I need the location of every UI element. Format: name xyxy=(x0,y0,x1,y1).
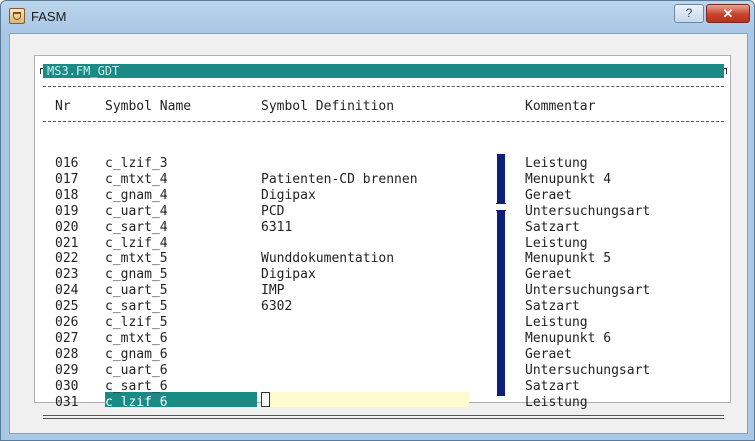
row-symbol[interactable]: c_lzif_5 xyxy=(105,315,168,330)
definition-edit-field[interactable] xyxy=(261,392,469,407)
panel-title: MS3.FM_GDT xyxy=(47,64,120,78)
row-symbol[interactable]: c_mtxt_5 xyxy=(105,251,168,266)
title-bar[interactable]: FASM ? ✕ xyxy=(1,1,754,33)
row-nr: 017 xyxy=(55,172,79,187)
row-comment: Satzart xyxy=(525,220,580,235)
help-button[interactable]: ? xyxy=(674,4,704,23)
row-symbol[interactable]: c_uart_6 xyxy=(105,363,168,378)
row-symbol[interactable]: c_uart_4 xyxy=(105,204,168,219)
row-nr: 022 xyxy=(55,251,79,266)
row-symbol[interactable]: c_lzif_6 xyxy=(105,395,168,410)
row-comment: Untersuchungsart xyxy=(525,363,651,378)
scrollbar-thumb[interactable] xyxy=(496,203,506,211)
row-nr: 021 xyxy=(55,236,79,251)
row-symbol[interactable]: c_sart_6 xyxy=(105,379,168,394)
header-top-divider xyxy=(43,86,724,87)
row-comment: Menupunkt 4 xyxy=(525,172,612,187)
row-nr: 027 xyxy=(55,331,79,346)
row-comment: Leistung xyxy=(525,395,588,410)
header-symbol-name: Symbol Name xyxy=(105,99,192,114)
row-symbol[interactable]: c_mtxt_6 xyxy=(105,331,168,346)
row-nr: 018 xyxy=(55,188,79,203)
row-definition[interactable]: Patienten-CD brennen xyxy=(261,172,418,187)
row-nr: 019 xyxy=(55,204,79,219)
row-comment: Untersuchungsart xyxy=(525,204,651,219)
row-comment: Satzart xyxy=(525,299,580,314)
row-nr: 024 xyxy=(55,283,79,298)
window-title: FASM xyxy=(31,9,67,24)
app-window: FASM ? ✕ MS3.FM_GDT Nr Symbol Name Symbo… xyxy=(0,0,755,441)
row-symbol[interactable]: c_gnam_4 xyxy=(105,188,168,203)
row-nr: 023 xyxy=(55,267,79,282)
header-kommentar: Kommentar xyxy=(525,99,596,114)
row-symbol[interactable]: c_lzif_3 xyxy=(105,156,168,171)
row-symbol[interactable]: c_mtxt_4 xyxy=(105,172,168,187)
client-area: MS3.FM_GDT Nr Symbol Name Symbol Definit… xyxy=(9,33,748,434)
close-button[interactable]: ✕ xyxy=(706,4,750,23)
symbol-table-panel: MS3.FM_GDT Nr Symbol Name Symbol Definit… xyxy=(34,55,731,419)
panel-bottom-border xyxy=(43,415,724,419)
header-nr: Nr xyxy=(55,99,71,114)
row-symbol[interactable]: c_uart_5 xyxy=(105,283,168,298)
row-comment: Geraet xyxy=(525,267,572,282)
vertical-scrollbar[interactable] xyxy=(497,156,505,396)
row-definition[interactable]: 6302 xyxy=(261,299,292,314)
panel-corner-left xyxy=(40,68,43,74)
row-definition[interactable]: Digipax xyxy=(261,267,316,282)
row-comment: Leistung xyxy=(525,236,588,251)
row-definition[interactable]: PCD xyxy=(261,204,284,219)
row-nr: 029 xyxy=(55,363,79,378)
row-comment: Menupunkt 5 xyxy=(525,251,612,266)
row-definition[interactable]: 6311 xyxy=(261,220,292,235)
row-nr: 025 xyxy=(55,299,79,314)
row-comment: Leistung xyxy=(525,156,588,171)
row-nr: 031 xyxy=(55,395,79,410)
header-symbol-definition: Symbol Definition xyxy=(261,99,395,114)
row-nr: 016 xyxy=(55,156,79,171)
row-nr: 020 xyxy=(55,220,79,235)
row-comment: Leistung xyxy=(525,315,588,330)
row-nr: 026 xyxy=(55,315,79,330)
row-comment: Satzart xyxy=(525,379,580,394)
row-definition[interactable]: IMP xyxy=(261,283,284,298)
row-symbol[interactable]: c_lzif_4 xyxy=(105,236,168,251)
panel-corner-right xyxy=(724,68,727,74)
text-cursor xyxy=(261,392,270,407)
row-symbol[interactable]: c_gnam_5 xyxy=(105,267,168,282)
row-comment: Geraet xyxy=(525,188,572,203)
row-comment: Menupunkt 6 xyxy=(525,331,612,346)
app-icon xyxy=(9,8,25,24)
row-comment: Geraet xyxy=(525,347,572,362)
scrollbar-top-cap xyxy=(497,154,505,156)
row-definition[interactable]: Wunddokumentation xyxy=(261,251,394,266)
row-symbol[interactable]: c_gnam_6 xyxy=(105,347,168,362)
row-nr: 028 xyxy=(55,347,79,362)
panel-title-bar: MS3.FM_GDT xyxy=(43,64,724,78)
row-nr: 030 xyxy=(55,379,79,394)
row-definition[interactable]: Digipax xyxy=(261,188,316,203)
row-symbol[interactable]: c_sart_4 xyxy=(105,220,168,235)
header-bottom-divider xyxy=(43,121,724,122)
row-comment: Untersuchungsart xyxy=(525,283,651,298)
row-symbol[interactable]: c_sart_5 xyxy=(105,299,168,314)
